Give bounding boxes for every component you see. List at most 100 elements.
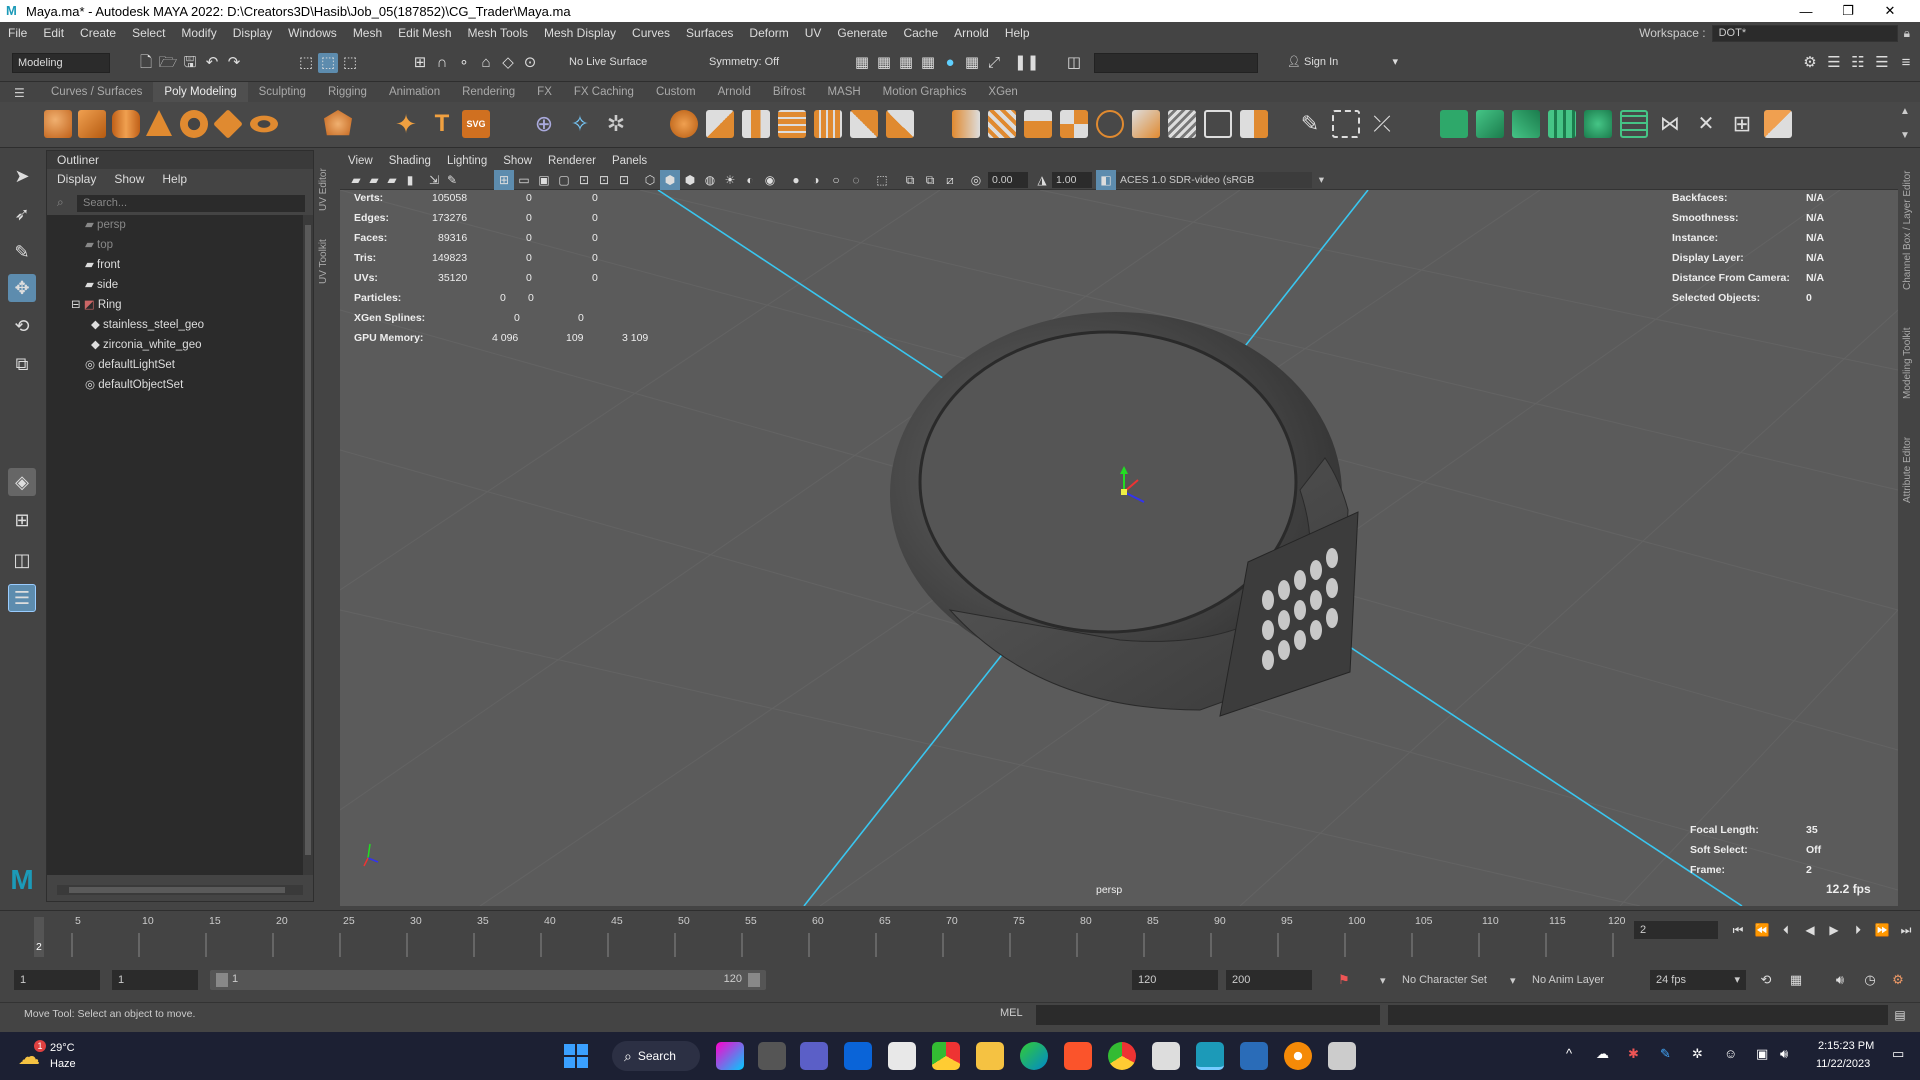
bookmark-icon[interactable]: ▰ bbox=[382, 170, 402, 190]
uv-unfold-icon[interactable] bbox=[1204, 110, 1232, 138]
quick-search-field[interactable] bbox=[1094, 53, 1258, 73]
chevron-down-icon[interactable]: ▾ bbox=[1510, 974, 1516, 987]
shelf-scroll-down-icon[interactable]: ▼ bbox=[1900, 130, 1910, 141]
render-frame-icon[interactable]: ▦ bbox=[852, 53, 872, 73]
outliner-item-default-object-set[interactable]: ◎ defaultObjectSet bbox=[47, 375, 303, 395]
outliner-menu-help[interactable]: Help bbox=[162, 172, 187, 186]
snap-surface-icon[interactable]: ◇ bbox=[498, 53, 518, 73]
snap-curve-icon[interactable]: ∩ bbox=[432, 53, 452, 73]
toggle-panel-icon[interactable]: ◫ bbox=[1064, 53, 1084, 73]
play-backwards-icon[interactable]: ◀ bbox=[1800, 920, 1820, 940]
menu-mesh-display[interactable]: Mesh Display bbox=[536, 26, 624, 40]
modeling-toolkit-tab[interactable]: Modeling Toolkit bbox=[1902, 318, 1918, 408]
range-slider-bar[interactable]: 1 120 bbox=[210, 970, 766, 990]
modeling-toolkit-icon[interactable]: ⚙ bbox=[1800, 53, 1820, 73]
menu-mesh[interactable]: Mesh bbox=[345, 26, 390, 40]
brave-icon[interactable] bbox=[1064, 1042, 1092, 1070]
attribute-editor-tab[interactable]: Attribute Editor bbox=[1902, 428, 1918, 512]
render-view-icon[interactable]: ▦ bbox=[896, 53, 916, 73]
tray-overflow-icon[interactable]: ^ bbox=[1566, 1046, 1572, 1061]
target-weld-icon[interactable] bbox=[1332, 110, 1360, 138]
green-cube-icon[interactable] bbox=[1440, 110, 1468, 138]
green-bevel-icon[interactable] bbox=[1512, 110, 1540, 138]
anim-layer-dropdown[interactable]: No Anim Layer bbox=[1532, 970, 1638, 990]
tool-settings-icon[interactable]: ☷ bbox=[1848, 53, 1868, 73]
append-icon[interactable] bbox=[886, 110, 914, 138]
office-icon[interactable] bbox=[932, 1042, 960, 1070]
gamma-field[interactable]: 1.00 bbox=[1052, 172, 1092, 188]
blender-icon[interactable] bbox=[1284, 1042, 1312, 1070]
screen-space-ao-icon[interactable]: ◉ bbox=[760, 170, 780, 190]
tray-app-icon[interactable]: ✱ bbox=[1628, 1046, 1639, 1062]
menu-cache[interactable]: Cache bbox=[895, 26, 946, 40]
create-camera-icon[interactable]: ⊕ bbox=[530, 110, 558, 138]
step-forward-key-icon[interactable]: ⏵ bbox=[1848, 920, 1868, 940]
menu-select[interactable]: Select bbox=[124, 26, 173, 40]
tray-notes-icon[interactable]: ✎ bbox=[1660, 1046, 1671, 1062]
isolate-select-icon[interactable]: ◌ bbox=[846, 170, 866, 190]
menu-display[interactable]: Display bbox=[225, 26, 280, 40]
anti-aliasing-icon[interactable]: ◑ bbox=[806, 170, 826, 190]
bridge-icon[interactable] bbox=[814, 110, 842, 138]
lasso-tool-icon[interactable]: ➶ bbox=[8, 200, 36, 228]
menu-create[interactable]: Create bbox=[72, 26, 124, 40]
animation-preferences-icon[interactable]: ⚙ bbox=[1888, 970, 1908, 990]
outliner-menu-display[interactable]: Display bbox=[57, 172, 96, 186]
snap-point-icon[interactable]: ∘ bbox=[454, 53, 474, 73]
poly-disc-icon[interactable] bbox=[250, 115, 278, 133]
outliner-item-front[interactable]: ▰ front bbox=[47, 255, 303, 275]
select-tool-icon[interactable]: ➤ bbox=[8, 162, 36, 190]
gate-mask-icon[interactable]: ▢ bbox=[554, 170, 574, 190]
outliner-search-input[interactable]: Search... bbox=[77, 195, 305, 212]
textured-icon[interactable]: ◍ bbox=[700, 170, 720, 190]
channel-box-icon[interactable]: ☰ bbox=[1872, 53, 1892, 73]
grease-pencil-icon[interactable]: ✎ bbox=[442, 170, 462, 190]
tray-bluetooth-icon[interactable]: ✲ bbox=[1692, 1046, 1703, 1062]
maximize-button[interactable]: ❐ bbox=[1828, 0, 1868, 22]
shelf-tab-xgen[interactable]: XGen bbox=[977, 82, 1028, 102]
render-setup-icon[interactable]: ⤢ bbox=[984, 53, 1004, 73]
separate-icon[interactable] bbox=[706, 110, 734, 138]
task-view-icon[interactable] bbox=[758, 1042, 786, 1070]
menu-arnold[interactable]: Arnold bbox=[946, 26, 997, 40]
boolean-icon[interactable] bbox=[1024, 110, 1052, 138]
sphere-wire-icon[interactable] bbox=[1096, 110, 1124, 138]
notification-icon[interactable]: ▭ bbox=[1892, 1046, 1904, 1062]
outliner-item-stainless-steel-geo[interactable]: ◆ stainless_steel_geo bbox=[47, 315, 303, 335]
safe-action-icon[interactable]: ⊡ bbox=[594, 170, 614, 190]
outliner-layout-icon[interactable]: ☰ bbox=[8, 584, 36, 612]
shadows-icon[interactable]: ◐ bbox=[740, 170, 760, 190]
menu-surfaces[interactable]: Surfaces bbox=[678, 26, 741, 40]
poly-cube-icon[interactable] bbox=[78, 110, 106, 138]
clock-time[interactable]: 2:15:23 PM bbox=[1818, 1040, 1874, 1052]
color-management-icon[interactable]: ◧ bbox=[1096, 170, 1116, 190]
start-button[interactable] bbox=[564, 1044, 588, 1068]
xray-components-icon[interactable]: ⧉ bbox=[920, 170, 940, 190]
film-gate-icon[interactable]: ▭ bbox=[514, 170, 534, 190]
exposure-field[interactable]: 0.00 bbox=[988, 172, 1028, 188]
maya-secondary-icon[interactable] bbox=[1240, 1042, 1268, 1070]
green-bridge-icon[interactable] bbox=[1548, 110, 1576, 138]
edge-icon[interactable] bbox=[1020, 1042, 1048, 1070]
menu-windows[interactable]: Windows bbox=[280, 26, 345, 40]
select-object-icon[interactable]: ⬚ bbox=[318, 53, 338, 73]
viewport-panel[interactable]: View Shading Lighting Show Renderer Pane… bbox=[340, 152, 1898, 906]
poly-cone-icon[interactable] bbox=[146, 110, 172, 136]
marvelous-designer-icon[interactable] bbox=[1152, 1042, 1180, 1070]
character-set-dropdown[interactable]: No Character Set bbox=[1402, 970, 1508, 990]
select-component-icon[interactable]: ⬚ bbox=[340, 53, 360, 73]
collapse-icon[interactable]: ⊟ bbox=[71, 299, 84, 311]
lock-icon[interactable]: 🔒︎ bbox=[1904, 26, 1910, 41]
auto-key-icon[interactable]: ⚑ bbox=[1334, 970, 1354, 990]
menu-generate[interactable]: Generate bbox=[829, 26, 895, 40]
outliner-item-side[interactable]: ▰ side bbox=[47, 275, 303, 295]
menu-curves[interactable]: Curves bbox=[624, 26, 678, 40]
shelf-settings-icon[interactable]: ☰ bbox=[14, 86, 25, 100]
depth-of-field-icon[interactable]: ○ bbox=[826, 170, 846, 190]
shelf-tab-bifrost[interactable]: Bifrost bbox=[762, 82, 817, 102]
viewport-menu-renderer[interactable]: Renderer bbox=[540, 155, 604, 167]
scale-tool-icon[interactable]: ⧉ bbox=[8, 350, 36, 378]
render-region-icon[interactable]: ▦ bbox=[874, 53, 894, 73]
play-forwards-icon[interactable]: ▶ bbox=[1824, 920, 1844, 940]
workspace-dropdown[interactable]: DOT* bbox=[1711, 24, 1898, 42]
